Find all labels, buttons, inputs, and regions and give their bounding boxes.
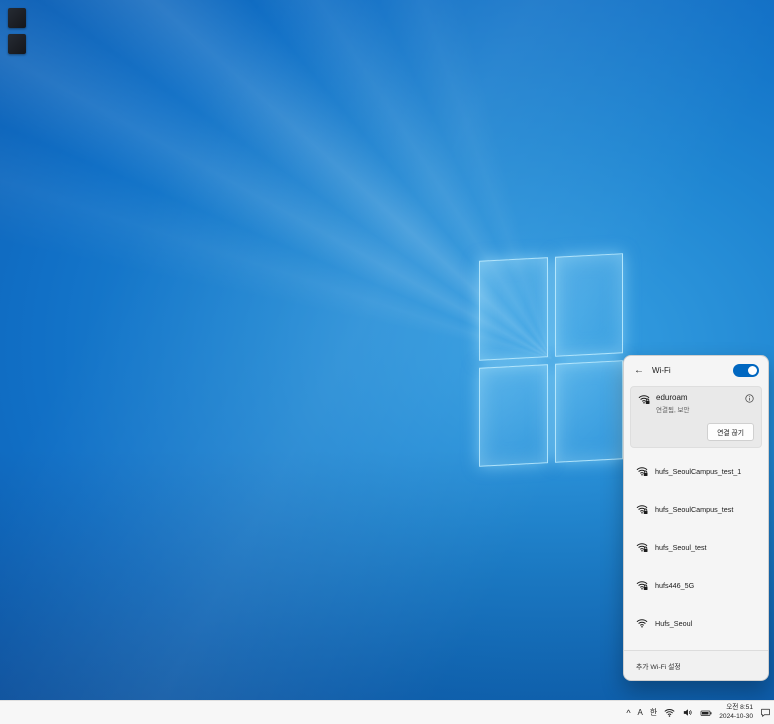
windows-logo [479, 253, 623, 467]
windows-logo-pane [479, 364, 548, 467]
wifi-network-name: hufs446_5G [655, 581, 694, 590]
wifi-network-list: hufs_SeoulCampus_test_1 hufs_SeoulCampus… [624, 450, 768, 650]
desktop-shortcut-icon[interactable] [8, 34, 26, 54]
system-tray: ^ A 한 오전 8:51 20 [626, 701, 771, 724]
wifi-secured-icon [636, 503, 648, 515]
wifi-flyout-panel: ← Wi-Fi eduroam 연결됨, 보안 [623, 355, 769, 681]
wifi-secured-icon [636, 465, 648, 477]
ime-korean-indicator[interactable]: 한 [650, 708, 657, 718]
clock-time: 오전 8:51 [719, 704, 753, 712]
wifi-icon [636, 617, 648, 629]
tray-battery-button[interactable] [700, 707, 712, 719]
wifi-network-item[interactable]: hufs_Seoul_test [624, 528, 768, 566]
connected-network-card[interactable]: eduroam 연결됨, 보안 연결 끊기 [630, 386, 762, 448]
wifi-secured-icon [636, 579, 648, 591]
windows-logo-pane [479, 257, 548, 360]
wifi-toggle[interactable] [733, 364, 759, 377]
back-arrow-icon[interactable]: ← [634, 365, 644, 377]
disconnect-button[interactable]: 연결 끊기 [707, 423, 754, 441]
wifi-network-name: hufs_SeoulCampus_test_1 [655, 467, 741, 476]
wifi-toggle-knob [748, 366, 757, 375]
connected-network-row: eduroam 연결됨, 보안 [638, 393, 754, 414]
wifi-icon [664, 707, 675, 718]
wifi-secured-icon [636, 541, 648, 553]
ime-english-indicator[interactable]: A [638, 708, 643, 718]
windows-logo-pane [555, 253, 624, 356]
clock-date: 2024-10-30 [719, 713, 753, 721]
more-wifi-settings-link[interactable]: 추가 Wi-Fi 설정 [624, 650, 768, 680]
taskbar-clock[interactable]: 오전 8:51 2024-10-30 [719, 704, 753, 720]
connected-network-status: 연결됨, 보안 [656, 404, 690, 414]
wifi-network-name: Hufs_Seoul [655, 619, 692, 628]
battery-icon [700, 707, 712, 719]
more-wifi-settings-label: 추가 Wi-Fi 설정 [636, 661, 681, 671]
action-center-icon [760, 707, 771, 718]
wifi-secured-icon [638, 393, 650, 405]
volume-icon [682, 707, 693, 718]
tray-wifi-button[interactable] [664, 707, 675, 718]
connected-network-text: eduroam 연결됨, 보안 [656, 393, 690, 414]
wifi-network-item[interactable]: hufs_SeoulCampus_test [624, 490, 768, 528]
tray-volume-button[interactable] [682, 707, 693, 718]
wifi-network-item[interactable]: hufs446_5G [624, 566, 768, 604]
wifi-network-name: hufs_Seoul_test [655, 543, 707, 552]
action-center-button[interactable] [760, 707, 771, 718]
network-properties-button[interactable] [744, 393, 754, 403]
hidden-icons-chevron[interactable]: ^ [626, 708, 630, 718]
info-icon [745, 394, 754, 403]
wifi-panel-header: ← Wi-Fi [624, 356, 768, 382]
taskbar: ^ A 한 오전 8:51 20 [0, 700, 774, 724]
wifi-network-item[interactable]: Hufs_Seoul [624, 604, 768, 642]
windows-logo-pane [555, 360, 624, 463]
wifi-network-name: hufs_SeoulCampus_test [655, 505, 733, 514]
wifi-panel-title: Wi-Fi [652, 366, 671, 375]
disconnect-button-row: 연결 끊기 [638, 423, 754, 441]
desktop-shortcut-icon[interactable] [8, 8, 26, 28]
connected-network-name: eduroam [656, 393, 690, 402]
wifi-network-item[interactable]: hufs_SeoulCampus_test_1 [624, 452, 768, 490]
